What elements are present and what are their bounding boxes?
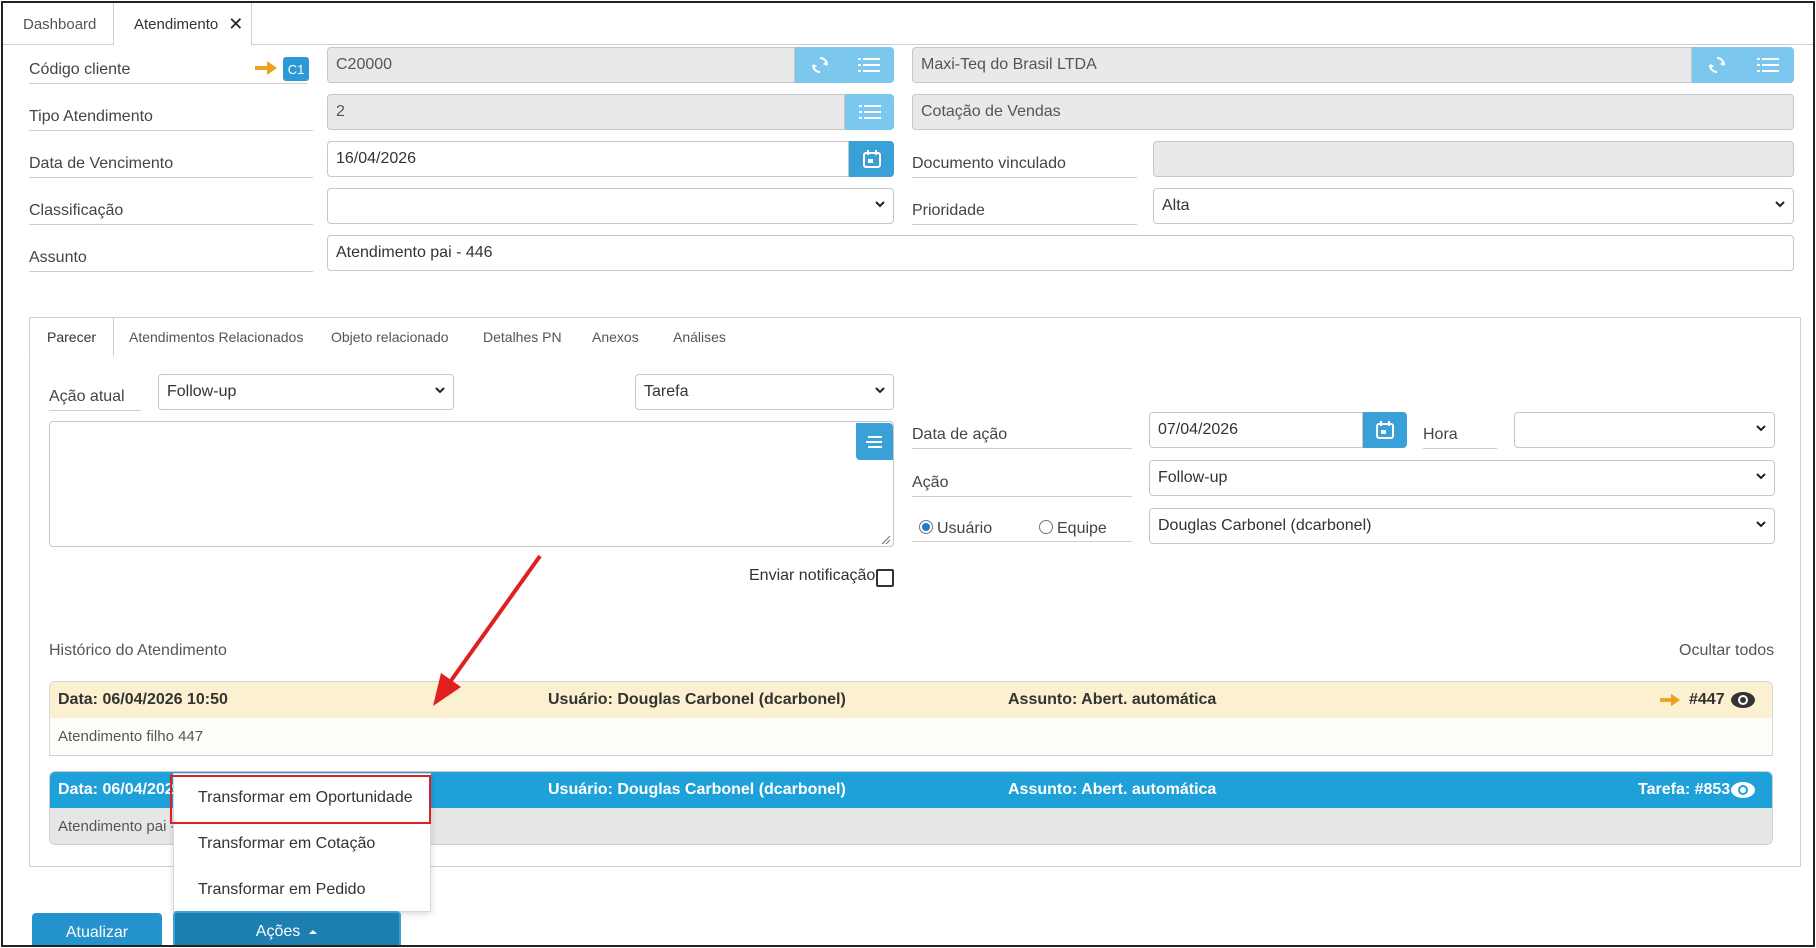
prioridade-value: Alta [1162,197,1190,214]
tipo-atendimento-label: Tipo Atendimento [29,108,313,131]
entry-ref: #447 [1689,691,1725,708]
data-acao-input[interactable]: 07/04/2026 [1149,412,1363,448]
c1-badge[interactable]: C1 [283,57,309,81]
tab-atendimentos-relacionados[interactable]: Atendimentos Relacionados [129,317,303,357]
cliente-nome-input[interactable]: Maxi-Teq do Brasil LTDA [912,47,1692,83]
caret-up-icon [309,930,318,934]
classificacao-select[interactable] [327,188,894,224]
top-tab-bar: Dashboard Atendimento ✕ [3,3,1813,46]
assunto-label: Assunto [29,249,313,272]
acao-select[interactable]: Follow-up [1149,460,1775,496]
chevron-down-icon [875,201,885,211]
chevron-down-icon [875,387,885,397]
calendar-icon[interactable] [849,141,894,177]
entry-usuario: Usuário: Douglas Carbonel (dcarbonel) [548,781,846,798]
tab-analises[interactable]: Análises [673,317,726,357]
tab-dashboard-label: Dashboard [23,15,97,33]
tipo-select[interactable]: Tarefa [635,374,894,410]
atualizar-button[interactable]: Atualizar [32,913,162,945]
tipo-value: Tarefa [644,383,689,400]
hora-label: Hora [1423,426,1497,449]
chevron-down-icon [1756,473,1766,483]
parecer-textarea[interactable] [49,421,894,547]
acao-label: Ação [912,474,1132,497]
usuario-value: Douglas Carbonel (dcarbonel) [1158,517,1372,534]
chevron-down-icon [1756,521,1766,531]
app-frame: Dashboard Atendimento ✕ Código cliente C… [1,1,1815,947]
entry-data: Data: 06/04/2026 10:50 [58,691,228,708]
annotation-arrow-icon [433,554,542,706]
chevron-down-icon [1775,201,1785,211]
prioridade-label: Prioridade [912,202,1137,225]
enviar-notificacao-checkbox[interactable] [876,569,894,587]
acoes-button-label: Ações [255,923,301,940]
annotation-highlight-box [170,775,431,824]
usuario-select[interactable]: Douglas Carbonel (dcarbonel) [1149,508,1775,544]
list-icon[interactable] [845,94,894,130]
entry-usuario: Usuário: Douglas Carbonel (dcarbonel) [548,691,846,708]
historico-entry[interactable]: Data: 06/04/2026 10:50 Usuário: Douglas … [49,681,1773,756]
resize-handle-icon[interactable] [881,535,891,545]
entry-data: Data: 06/04/202 [58,781,174,798]
menu-item-transformar-cotacao[interactable]: Transformar em Cotação [174,822,430,866]
tab-atendimento-label: Atendimento [134,15,219,33]
prioridade-select[interactable]: Alta [1153,188,1794,224]
documento-vinculado-label: Documento vinculado [912,155,1137,178]
hora-select[interactable] [1514,412,1775,448]
menu-item-transformar-pedido[interactable]: Transformar em Pedido [174,868,430,912]
list-icon[interactable] [844,47,894,83]
entry-assunto: Assunto: Abert. automática [1008,781,1217,798]
usuario-radio[interactable] [919,520,933,534]
text-format-icon[interactable] [856,423,893,460]
list-icon[interactable] [1741,47,1794,83]
acao-atual-select[interactable]: Follow-up [158,374,454,410]
acao-atual-label: Ação atual [49,388,141,411]
classificacao-label: Classificação [29,202,313,225]
equipe-radio[interactable] [1039,520,1053,534]
tipo-atendimento-input[interactable]: 2 [327,94,845,130]
tab-atendimento[interactable]: Atendimento ✕ [113,3,252,46]
entry-assunto: Assunto: Abert. automática [1008,691,1217,708]
acao-value: Follow-up [1158,469,1228,486]
tab-parecer[interactable]: Parecer [29,317,115,357]
data-acao-label: Data de ação [912,426,1132,449]
chevron-down-icon [1756,425,1766,435]
chevron-down-icon [435,387,445,397]
documento-vinculado-input[interactable] [1153,141,1794,177]
tab-dashboard[interactable]: Dashboard [3,3,113,45]
tab-objeto-relacionado[interactable]: Objeto relacionado [331,317,449,357]
tab-anexos[interactable]: Anexos [592,317,639,357]
data-vencimento-label: Data de Vencimento [29,155,313,178]
equipe-label: Equipe [1057,520,1107,537]
historico-divider [49,755,1773,756]
acao-atual-value: Follow-up [167,383,237,400]
usuario-label: Usuário [937,520,993,537]
eye-icon[interactable] [1730,691,1756,709]
eye-icon[interactable] [1730,781,1756,799]
usuario-divider [912,541,1132,542]
assunto-input[interactable]: Atendimento pai - 446 [327,235,1794,271]
arrow-right-icon[interactable] [1660,693,1680,707]
tab-detalhes-pn[interactable]: Detalhes PN [483,317,562,357]
data-vencimento-input[interactable]: 16/04/2026 [327,141,849,177]
tipo-atendimento-desc: Cotação de Vendas [912,94,1794,130]
acoes-button[interactable]: Ações [173,911,401,945]
refresh-icon[interactable] [795,47,844,83]
ocultar-todos-link[interactable]: Ocultar todos [1679,642,1774,660]
historico-entry-header[interactable]: Data: 06/04/2026 10:50 Usuário: Douglas … [50,682,1772,718]
codigo-cliente-input[interactable]: C20000 [327,47,795,83]
arrow-right-icon [255,61,277,75]
entry-ref: Tarefa: #853 [1638,781,1731,798]
calendar-icon[interactable] [1363,412,1407,448]
close-icon[interactable]: ✕ [228,14,243,35]
refresh-icon[interactable] [1692,47,1741,83]
historico-title: Histórico do Atendimento [49,642,227,659]
historico-entry-body: Atendimento filho 447 [50,718,1772,754]
enviar-notificacao-label: Enviar notificação [749,567,876,584]
